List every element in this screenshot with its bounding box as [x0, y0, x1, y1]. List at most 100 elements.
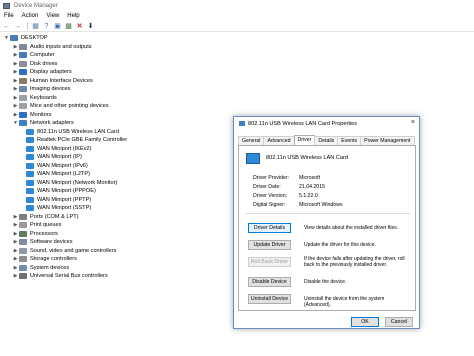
chevron-right-icon[interactable]: ▶ — [12, 273, 19, 279]
menu-view[interactable]: View — [42, 13, 63, 19]
device-name: 802.11n USB Wireless LAN Card — [266, 155, 348, 161]
tree-item-monitors[interactable]: ▶ Monitors — [12, 111, 51, 119]
tree-item-software[interactable]: ▶ Software devices — [12, 238, 73, 246]
tree-item-hid[interactable]: ▶ Human Interface Devices — [12, 77, 93, 85]
tree-child-wlan[interactable]: 802.11n USB Wireless LAN Card — [26, 128, 119, 136]
close-icon[interactable]: × — [411, 119, 415, 126]
tree-item-mice[interactable]: ▶ Mice and other pointing devices — [12, 102, 109, 110]
divider — [246, 213, 410, 214]
tree-child-wan-pptp[interactable]: WAN Miniport (PPTP) — [26, 196, 91, 204]
chevron-down-icon[interactable]: ▼ — [12, 120, 19, 126]
tree-child-wan-ip[interactable]: WAN Miniport (IP) — [26, 153, 82, 161]
tab-driver[interactable]: Driver — [293, 135, 316, 145]
update-driver-button[interactable]: Update Driver — [248, 240, 291, 250]
help-icon[interactable]: ? — [42, 22, 51, 31]
back-icon[interactable]: ← — [2, 22, 11, 31]
uninstall-device-button[interactable]: Uninstall Device — [248, 294, 291, 304]
chevron-right-icon[interactable]: ▶ — [12, 222, 19, 228]
tree-root[interactable]: ▼ DESKTOP — [3, 34, 48, 42]
info-driver-provider: Driver Provider: Microsoft — [253, 175, 321, 181]
tree-child-wan-sstp[interactable]: WAN Miniport (SSTP) — [26, 204, 91, 212]
chevron-right-icon[interactable]: ▶ — [12, 214, 19, 220]
chevron-right-icon[interactable]: ▶ — [12, 103, 19, 109]
info-digital-signer: Digital Signer: Microsoft Windows — [253, 202, 343, 208]
network-card-icon — [239, 121, 245, 126]
network-card-icon — [26, 145, 34, 152]
tree-child-wan-netmon[interactable]: WAN Miniport (Network Monitor) — [26, 179, 117, 187]
chevron-right-icon[interactable]: ▶ — [12, 231, 19, 237]
tree-child-realtek[interactable]: Realtek PCIe GBE Family Controller — [26, 136, 127, 144]
tree-item-network[interactable]: ▼ Network adapters — [12, 119, 74, 127]
tree-child-wan-l2tp[interactable]: WAN Miniport (L2TP) — [26, 170, 90, 178]
info-driver-date: Driver Date: 21.04.2015 — [253, 184, 325, 190]
hid-icon — [19, 77, 27, 84]
tree-item-system[interactable]: ▶ System devices — [12, 264, 69, 272]
network-card-icon — [246, 153, 260, 164]
properties-icon[interactable]: ▦ — [31, 22, 40, 31]
chevron-right-icon[interactable]: ▶ — [12, 265, 19, 271]
ok-button[interactable]: OK — [351, 317, 379, 327]
tree-item-disk[interactable]: ▶ Disk drives — [12, 60, 57, 68]
tree-item-ports[interactable]: ▶ Ports (COM & LPT) — [12, 213, 78, 221]
chevron-right-icon[interactable]: ▶ — [12, 86, 19, 92]
tree-child-wan-ikev2[interactable]: WAN Miniport (IKEv2) — [26, 145, 92, 153]
disable-device-button[interactable]: Disable Device — [248, 277, 291, 287]
computer-icon — [19, 52, 27, 58]
toolbar: ← → ▦ ? ▣ ▩ ✕ ⬇ — [0, 21, 474, 32]
dialog-title-bar[interactable]: 802.11n USB Wireless LAN Card Properties… — [234, 117, 419, 130]
network-card-icon — [26, 179, 34, 186]
menu-file[interactable]: File — [0, 13, 18, 19]
chevron-right-icon[interactable]: ▶ — [12, 78, 19, 84]
chevron-right-icon[interactable]: ▶ — [12, 69, 19, 75]
chevron-right-icon[interactable]: ▶ — [12, 44, 19, 50]
dialog-title: 802.11n USB Wireless LAN Card Properties — [248, 120, 358, 127]
tree-item-audio[interactable]: ▶ Audio inputs and outputs — [12, 43, 92, 51]
chevron-right-icon[interactable]: ▶ — [12, 52, 19, 58]
menu-help[interactable]: Help — [63, 13, 83, 19]
tree-item-keyboards[interactable]: ▶ Keyboards — [12, 94, 57, 102]
uninstall-device-desc: Uninstall the device from the system (Ad… — [304, 296, 385, 308]
network-card-icon — [26, 196, 34, 203]
tab-power-management[interactable]: Power Management — [360, 136, 415, 145]
tree-item-processors[interactable]: ▶ Processors — [12, 230, 58, 238]
network-icon — [19, 120, 27, 126]
tab-general[interactable]: General — [238, 136, 265, 145]
keyboard-icon — [19, 94, 27, 101]
printer-icon — [19, 222, 27, 228]
tree-item-storage[interactable]: ▶ Storage controllers — [12, 255, 77, 263]
network-card-icon — [26, 137, 34, 143]
chevron-right-icon[interactable]: ▶ — [12, 256, 19, 262]
tab-events[interactable]: Events — [337, 136, 362, 145]
forward-icon[interactable]: → — [13, 22, 22, 31]
tree-item-sound[interactable]: ▶ Sound, video and game controllers — [12, 247, 116, 255]
chevron-right-icon[interactable]: ▶ — [12, 248, 19, 254]
dialog-tabs: General Advanced Driver Details Events P… — [238, 135, 416, 145]
chevron-right-icon[interactable]: ▶ — [12, 112, 19, 118]
mouse-icon — [19, 103, 27, 109]
menu-bar: File Action View Help — [0, 11, 474, 21]
tab-details[interactable]: Details — [314, 136, 339, 145]
chevron-right-icon[interactable]: ▶ — [12, 95, 19, 101]
tree-item-computer[interactable]: ▶ Computer — [12, 51, 55, 59]
scan-icon[interactable]: ▩ — [64, 22, 73, 31]
chevron-right-icon[interactable]: ▶ — [12, 61, 19, 67]
tree-item-imaging[interactable]: ▶ Imaging devices — [12, 85, 70, 93]
tree-item-print-queues[interactable]: ▶ Print queues — [12, 221, 61, 229]
tree-child-wan-pppoe[interactable]: WAN Miniport (PPPOE) — [26, 187, 96, 195]
driver-details-button[interactable]: Driver Details — [248, 223, 291, 233]
chevron-right-icon[interactable]: ▶ — [12, 239, 19, 245]
update-driver-icon[interactable]: ▣ — [53, 22, 62, 31]
uninstall-icon[interactable]: ✕ — [75, 22, 84, 31]
device-manager-icon — [3, 2, 10, 9]
tree-item-usb[interactable]: ▶ Universal Serial Bus controllers — [12, 272, 108, 280]
menu-action[interactable]: Action — [18, 13, 43, 19]
tree-item-display[interactable]: ▶ Display adapters — [12, 68, 72, 76]
tree-child-wan-ipv6[interactable]: WAN Miniport (IPv6) — [26, 162, 88, 170]
chevron-down-icon[interactable]: ▼ — [3, 35, 10, 41]
cancel-button[interactable]: Cancel — [385, 317, 413, 327]
properties-dialog: 802.11n USB Wireless LAN Card Properties… — [233, 116, 420, 329]
roll-back-driver-button[interactable]: Roll Back Driver — [248, 257, 291, 267]
download-icon[interactable]: ⬇ — [86, 22, 95, 31]
roll-back-driver-desc: If the device fails after updating the d… — [304, 256, 405, 268]
tab-advanced[interactable]: Advanced — [263, 136, 295, 145]
